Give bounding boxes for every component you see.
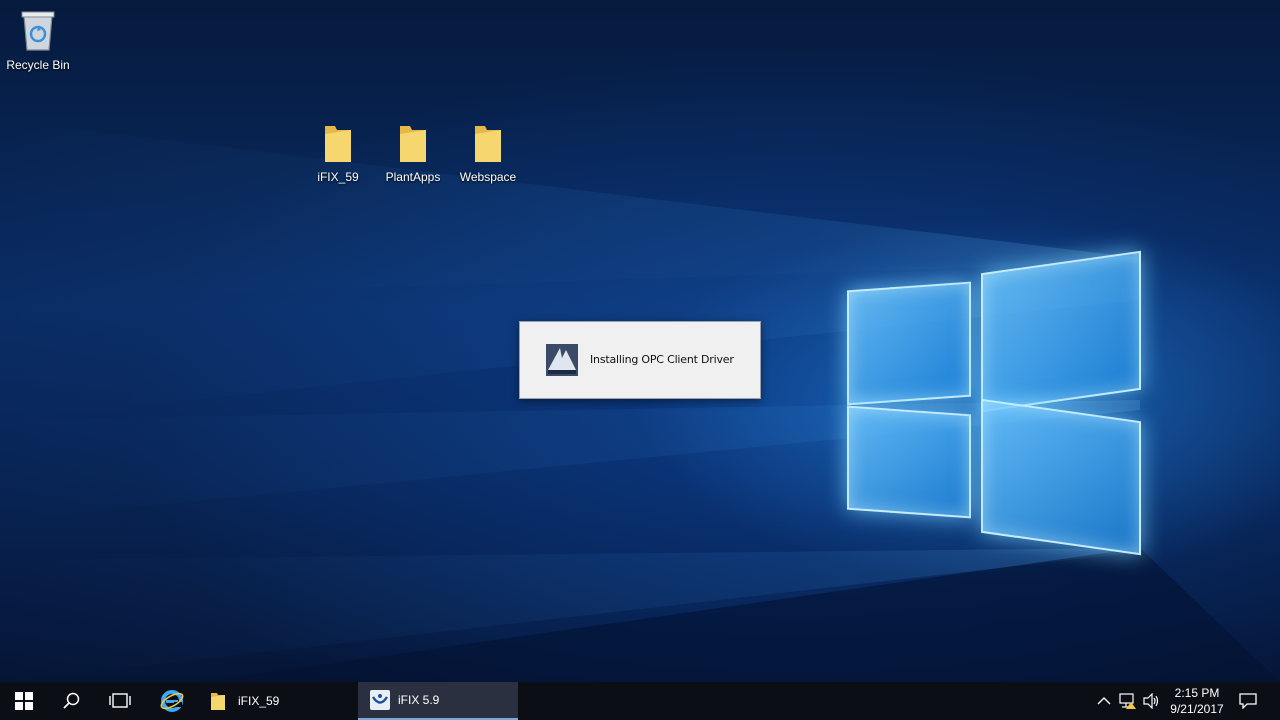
task-view-button[interactable]: [96, 682, 144, 720]
desktop[interactable]: Recycle Bin iFIX_59 PlantApps Webspace I…: [0, 0, 1280, 682]
search-icon: [63, 692, 80, 709]
task-view-icon: [109, 693, 131, 708]
windows-start-icon: [15, 692, 33, 710]
taskbar-clock[interactable]: 2:15 PM 9/21/2017: [1165, 685, 1229, 717]
internet-explorer-button[interactable]: [148, 682, 196, 720]
show-hidden-icons-button[interactable]: [1094, 682, 1114, 720]
clock-time: 2:15 PM: [1174, 686, 1220, 700]
clock-date: 9/21/2017: [1170, 702, 1224, 716]
taskbar: iFIX_59 iFIX 5.9 2:15 PM 9/21/2017: [0, 682, 1280, 720]
notifications-icon: [1239, 693, 1257, 709]
desktop-icon-label: Recycle Bin: [6, 58, 70, 72]
ifix-icon: [370, 690, 390, 710]
desktop-icon-plantapps[interactable]: PlantApps: [375, 122, 451, 184]
recycle-bin-icon: [21, 11, 55, 51]
desktop-icon-recycle-bin[interactable]: Recycle Bin: [0, 8, 76, 72]
folder-icon: [211, 693, 225, 710]
desktop-icon-ifix-59[interactable]: iFIX_59: [300, 122, 376, 184]
taskbar-app-label: iFIX_59: [238, 694, 280, 708]
volume-tray-button[interactable]: [1141, 682, 1163, 720]
desktop-icon-label: Webspace: [459, 170, 517, 184]
taskbar-app-label: iFIX 5.9: [398, 693, 440, 707]
chevron-up-icon: [1097, 697, 1111, 705]
folder-icon: [475, 126, 501, 162]
desktop-icon-label: iFIX_59: [317, 170, 359, 184]
desktop-icon-webspace[interactable]: Webspace: [450, 122, 526, 184]
search-button[interactable]: [48, 682, 96, 720]
taskbar-app-ifix-59-folder[interactable]: iFIX_59: [200, 682, 350, 720]
installer-progress-dialog[interactable]: Installing OPC Client Driver: [519, 321, 761, 399]
folder-icon: [400, 126, 426, 162]
desktop-icon-label: PlantApps: [385, 170, 441, 184]
installer-status-text: Installing OPC Client Driver: [590, 353, 734, 366]
start-button[interactable]: [0, 682, 48, 720]
taskbar-app-ifix-5-9[interactable]: iFIX 5.9: [358, 682, 518, 720]
network-icon: [1119, 693, 1136, 709]
internet-explorer-icon: [160, 690, 184, 712]
action-center-button[interactable]: [1234, 682, 1262, 720]
volume-icon: [1143, 693, 1159, 709]
ifix-installer-icon: [546, 344, 578, 376]
network-tray-button[interactable]: [1117, 682, 1139, 720]
folder-icon: [325, 126, 351, 162]
